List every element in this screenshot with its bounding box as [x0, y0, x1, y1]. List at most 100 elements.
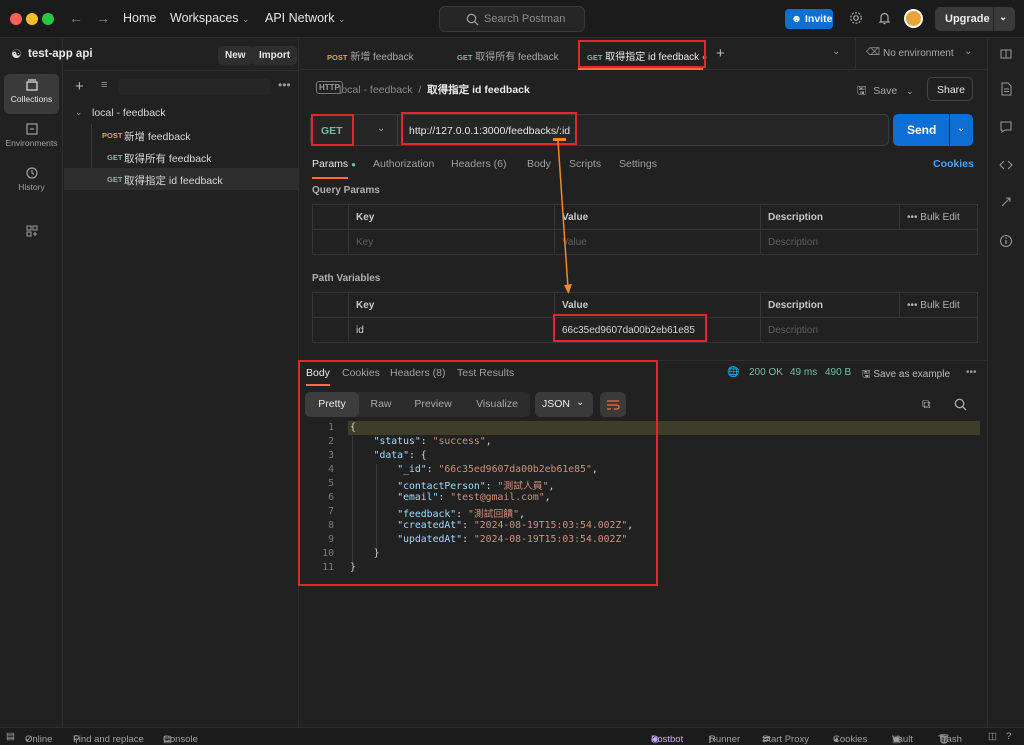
method-badge: POST [327, 53, 348, 62]
back-arrow-icon[interactable]: ← [69, 10, 83, 26]
chevron-down-icon: ⌄ [964, 46, 973, 57]
tab-body[interactable]: Body [527, 158, 551, 170]
close-window-button[interactable] [10, 13, 22, 25]
rail-history[interactable]: History [4, 162, 59, 202]
add-user-icon: ☻ [791, 13, 803, 25]
rail-environments-label: Environments [5, 138, 58, 148]
tabs-overflow-chevron-icon[interactable]: ⌄ [832, 46, 840, 57]
user-avatar[interactable] [904, 9, 923, 28]
annotation-box-active-tab [578, 40, 706, 68]
new-tab-plus-icon[interactable]: + [716, 45, 725, 62]
import-button[interactable]: Import [252, 46, 298, 65]
postman-window: ← → Home Workspaces ⌄ API Network ⌄ Sear… [0, 0, 1024, 745]
rail-environments[interactable]: Environments [4, 118, 59, 158]
collection-folder[interactable]: ⌄ local - feedback [64, 102, 299, 124]
help-icon[interactable]: ? [1006, 731, 1011, 742]
sidebar-request-item[interactable]: POST 新增 feedback [64, 124, 299, 146]
description-input[interactable]: Description [760, 317, 978, 343]
breadcrumb-current: 取得指定 id feedback [427, 84, 530, 96]
response-time[interactable]: 49 ms [790, 367, 817, 378]
toggle-sidebar-icon[interactable]: ▤ [6, 731, 15, 742]
annotation-arrow-icon [557, 140, 572, 294]
forward-arrow-icon[interactable]: → [96, 10, 110, 26]
settings-gear-icon[interactable] [849, 11, 863, 28]
tab-headers[interactable]: Headers (6) [451, 158, 506, 170]
tab-get-all-feedback[interactable]: GET 取得所有 feedback [457, 38, 559, 70]
value-input[interactable]: Value [554, 229, 761, 255]
copy-icon[interactable]: ⧉ [922, 397, 931, 412]
filter-icon[interactable]: ≡ [101, 79, 107, 91]
documentation-icon[interactable] [999, 82, 1013, 96]
tab-post-feedback[interactable]: POST 新增 feedback [327, 38, 414, 70]
search-placeholder: Search Postman [484, 13, 566, 25]
more-options-icon[interactable]: ••• [966, 367, 977, 378]
sidebar-search-input[interactable] [118, 79, 270, 95]
bulk-edit-label: Bulk Edit [920, 211, 960, 223]
rail-configure-workbench[interactable] [4, 220, 59, 260]
postbot-label: Postbot [651, 734, 684, 745]
active-dot-icon: ● [351, 160, 356, 169]
upgrade-button[interactable]: Upgrade ⌄ [935, 7, 1015, 31]
notifications-bell-icon[interactable] [878, 11, 891, 28]
col-description: Description [760, 204, 900, 230]
tab-settings[interactable]: Settings [619, 158, 657, 170]
description-input[interactable]: Description [760, 229, 978, 255]
key-input[interactable]: Key [348, 229, 555, 255]
breadcrumb: local - feedback / 取得指定 id feedback [339, 82, 530, 97]
home-link[interactable]: Home [123, 11, 156, 25]
share-button[interactable]: Share [927, 77, 973, 101]
history-clock-icon [25, 167, 38, 179]
layout-icon[interactable]: ◫ [988, 731, 997, 742]
save-as-example-label: Save as example [873, 369, 951, 380]
more-dots-icon: ••• [907, 211, 918, 223]
search-input[interactable]: Search Postman [439, 6, 585, 32]
annotation-box-path-value [553, 314, 707, 342]
chevron-down-icon[interactable]: ⌄ [999, 12, 1007, 23]
invite-button[interactable]: ☻ Invite [785, 9, 833, 29]
add-collection-icon[interactable]: + [75, 78, 84, 95]
table-header-row: Key Value Description ••• Bulk Edit [312, 204, 978, 230]
code-icon[interactable] [999, 158, 1013, 172]
maximize-window-button[interactable] [42, 13, 54, 25]
find-replace-label: Find and replace [73, 734, 144, 745]
bulk-edit-button[interactable]: ••• Bulk Edit [899, 204, 978, 230]
environment-selector[interactable]: ⌫ No environment ⌄ [855, 38, 985, 70]
environment-quicklook-icon[interactable] [999, 47, 1013, 61]
annotation-box-method [311, 114, 354, 146]
info-icon[interactable] [999, 234, 1013, 248]
left-rail: Collections Environments History [0, 38, 63, 728]
method-badge: GET [457, 53, 473, 62]
save-button[interactable]: 🖫 Save ⌄ [857, 82, 914, 101]
grid-plus-icon [26, 225, 37, 237]
tab-params[interactable]: Params ● [312, 158, 356, 179]
col-key: Key [348, 292, 555, 318]
new-button[interactable]: New [218, 46, 253, 65]
sidebar-request-item[interactable]: GET 取得所有 feedback [64, 146, 299, 168]
workspaces-menu[interactable]: Workspaces ⌄ [170, 11, 250, 25]
breadcrumb-parent[interactable]: local - feedback [339, 84, 413, 96]
response-size[interactable]: 490 B [825, 367, 851, 378]
rail-collections[interactable]: Collections [4, 74, 59, 114]
sidebar-request-item-selected[interactable]: GET 取得指定 id feedback [64, 168, 299, 190]
more-options-icon[interactable]: ••• [278, 78, 291, 92]
cookies-link[interactable]: Cookies [933, 158, 974, 170]
send-button[interactable]: Send [893, 114, 949, 146]
tab-authorization[interactable]: Authorization [373, 158, 434, 170]
title-bar: ← → Home Workspaces ⌄ API Network ⌄ Sear… [0, 0, 1024, 38]
send-options-chevron-icon[interactable]: ⌄ [950, 114, 973, 146]
col-key: Key [348, 204, 555, 230]
bulk-edit-button[interactable]: ••• Bulk Edit [899, 292, 978, 318]
status-code[interactable]: 200 OK [749, 367, 783, 378]
request-name: 取得指定 id feedback [124, 175, 223, 187]
annotation-box-response [298, 360, 658, 586]
api-network-menu[interactable]: API Network ⌄ [265, 11, 346, 25]
globe-icon[interactable]: 🌐 [727, 367, 739, 378]
save-as-example-button[interactable]: 🖫 Save as example [862, 367, 950, 384]
search-icon[interactable] [954, 398, 967, 411]
comments-icon[interactable] [999, 120, 1013, 134]
minimize-window-button[interactable] [26, 13, 38, 25]
upgrade-label: Upgrade [945, 13, 990, 25]
related-collections-icon[interactable] [999, 195, 1013, 209]
workspace-name: test-app api [28, 48, 93, 60]
cookies-label: Cookies [833, 734, 868, 745]
